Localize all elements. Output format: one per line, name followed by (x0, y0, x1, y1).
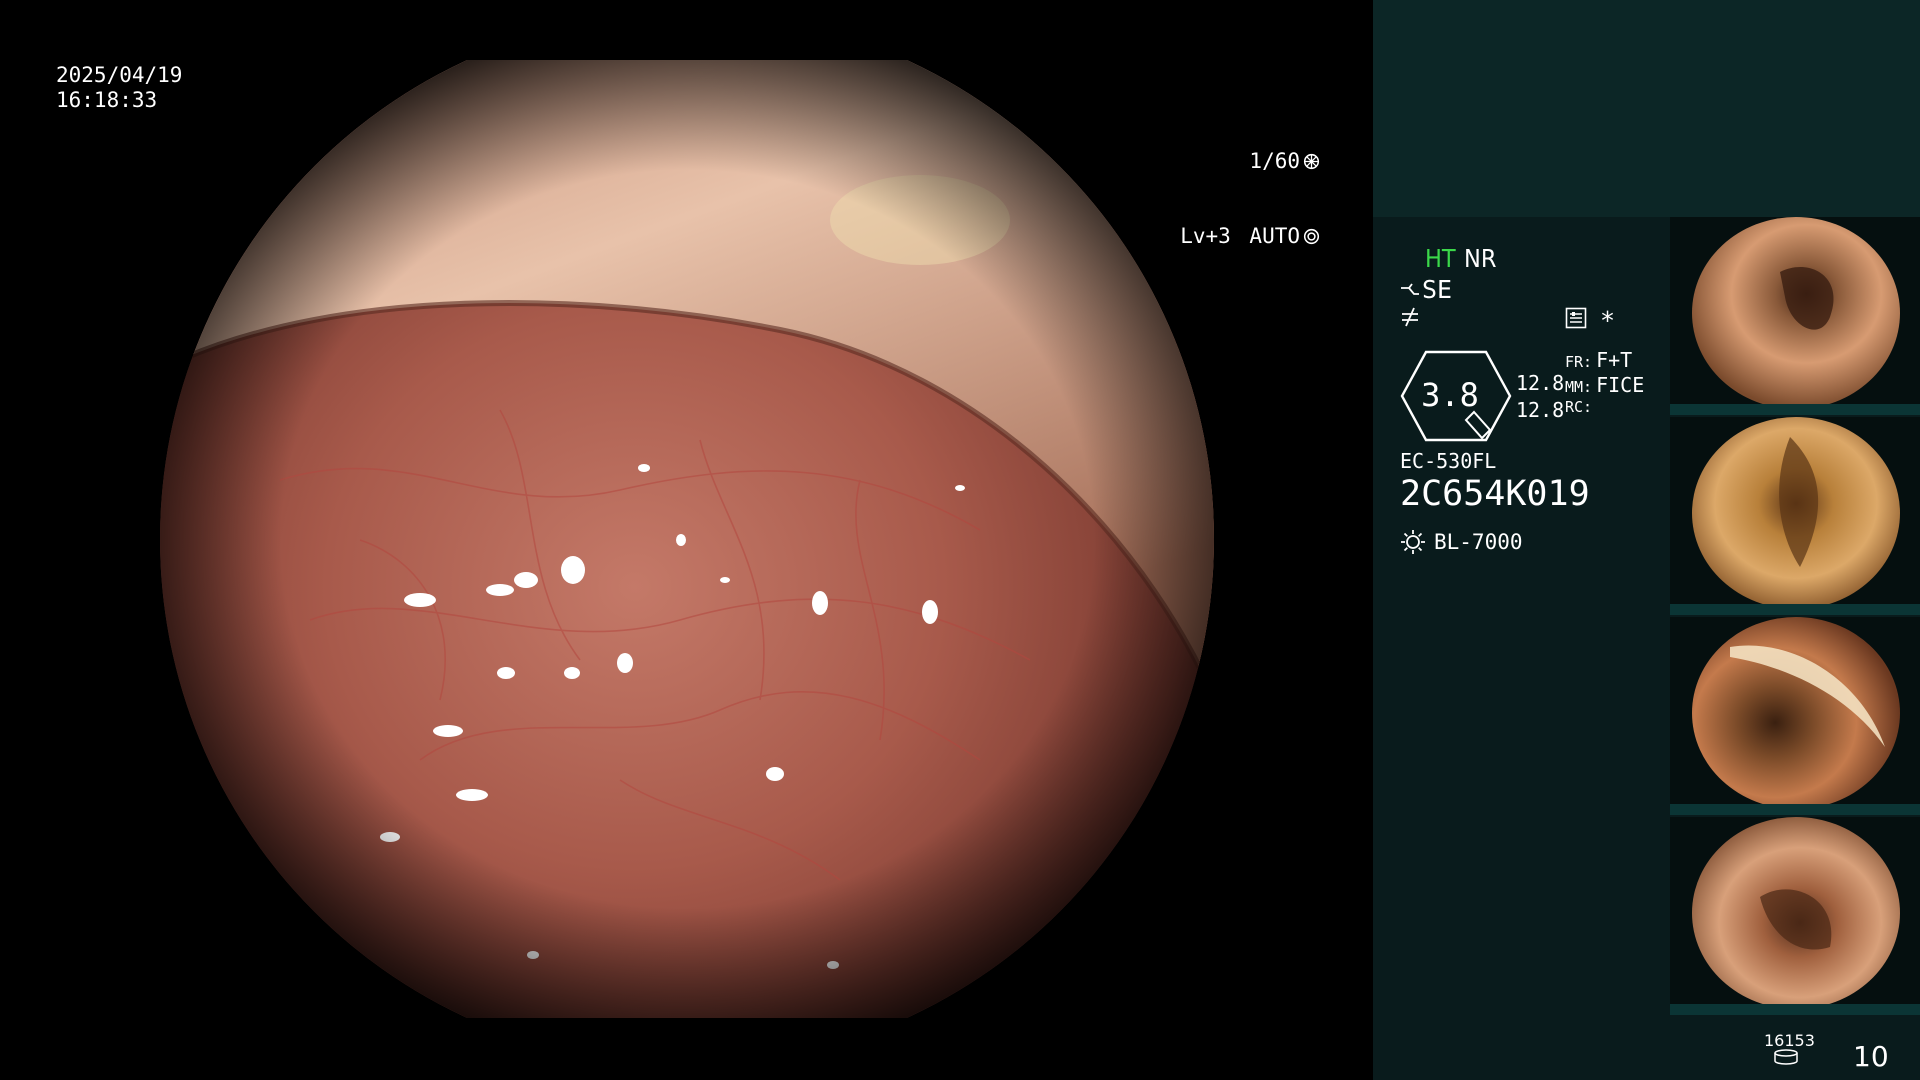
capture-thumbnail[interactable] (1670, 217, 1920, 415)
mm-setting: MM: FICE (1565, 373, 1644, 397)
ht-indicator: HT (1425, 244, 1456, 273)
iris-icon (1303, 228, 1320, 245)
fr-value: F+T (1596, 348, 1633, 372)
capture-thumbnail[interactable] (1670, 417, 1920, 615)
iris-mode-text: AUTO (1249, 224, 1300, 248)
value-b: 12.8 (1516, 398, 1565, 422)
fr-key: FR: (1565, 353, 1593, 371)
level-text: Lv+3 (1180, 224, 1231, 248)
nr-indicator: NR (1464, 244, 1497, 273)
light-source-label: BL-7000 (1434, 530, 1523, 554)
value-a: 12.8 (1516, 371, 1565, 395)
mm-value: FICE (1596, 373, 1645, 397)
time-text: 16:18:33 (56, 88, 158, 112)
rc-key: RC: (1565, 398, 1593, 416)
scope-model: EC-530FL (1400, 449, 1497, 473)
shutter-icon (1303, 153, 1320, 170)
processor-status: HT NR SE * 3.8 12.8 12.8 FR: F+T MM: FIC… (1400, 240, 1670, 600)
bars-icon (1565, 307, 1587, 329)
light-source: BL-7000 (1400, 529, 1523, 555)
mm-key: MM: (1565, 378, 1593, 396)
star-indicator: * (1600, 306, 1616, 335)
endoscope-main-view (160, 60, 1215, 1018)
storage-counter: 16153 (1764, 1031, 1815, 1050)
date-time-readout: 2025/04/19 16:18:33 (56, 63, 182, 113)
light-icon (1401, 530, 1425, 554)
exposure-readout: 1/60 Lv+3 AUTO (1164, 99, 1320, 299)
zoom-value: 3.8 (1421, 376, 1479, 414)
capture-count: 10 (1853, 1040, 1889, 1073)
shutter-text: 1/60 (1249, 149, 1300, 173)
freeze-icon (1402, 307, 1418, 327)
scope-serial: 2C654K019 (1400, 474, 1590, 514)
capture-thumbnail[interactable] (1670, 817, 1920, 1015)
panel-header (1373, 0, 1920, 217)
capture-thumbnail[interactable] (1670, 617, 1920, 815)
rc-setting: RC: (1565, 398, 1596, 416)
se-label: SE (1422, 275, 1453, 304)
se-indicator: SE (1400, 275, 1452, 304)
fr-setting: FR: F+T (1565, 348, 1632, 372)
date-text: 2025/04/19 (56, 63, 183, 87)
se-icon (1401, 282, 1419, 295)
disk-icon (1774, 1049, 1798, 1065)
endoscopy-screen: 2025/04/19 16:18:33 1/60 Lv+3 AUTO HT NR (0, 0, 1920, 1080)
